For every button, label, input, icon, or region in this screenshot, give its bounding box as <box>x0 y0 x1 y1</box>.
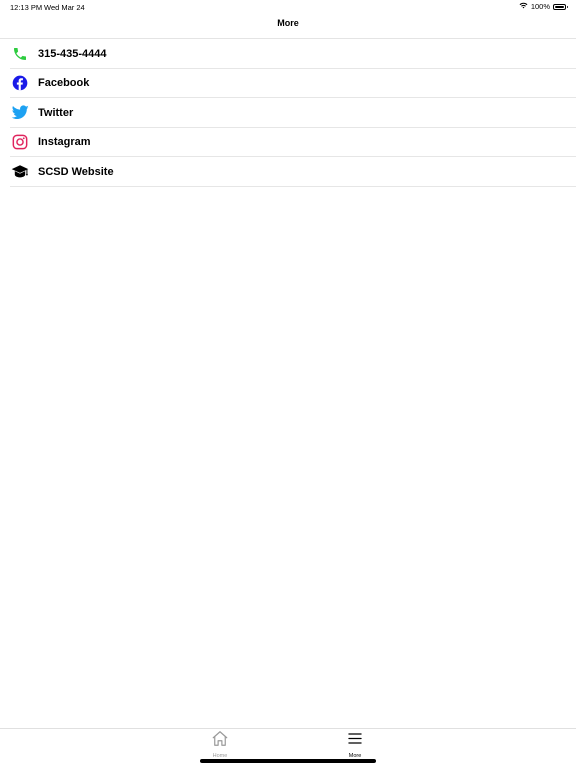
menu-item-facebook[interactable]: Facebook <box>0 69 576 99</box>
status-bar: 12:13 PM Wed Mar 24 100% <box>0 0 576 14</box>
menu-item-scsd-website[interactable]: SCSD Website <box>0 157 576 187</box>
menu-item-label: SCSD Website <box>38 165 114 178</box>
status-indicators: 100% <box>519 2 568 11</box>
home-indicator <box>200 759 376 763</box>
tab-more[interactable]: More <box>325 730 385 759</box>
battery-icon <box>553 3 568 10</box>
menu-item-phone[interactable]: 315-435-4444 <box>0 39 576 69</box>
status-date: Wed Mar 24 <box>44 3 85 12</box>
menu-item-label: Facebook <box>38 77 90 90</box>
menu-item-label: Instagram <box>38 136 91 149</box>
battery-percentage: 100% <box>530 2 550 11</box>
status-time: 12:13 PM <box>10 3 43 12</box>
phone-icon <box>11 45 29 63</box>
home-icon <box>211 730 229 752</box>
twitter-icon <box>11 104 29 122</box>
tab-home[interactable]: Home <box>190 730 250 759</box>
instagram-icon <box>11 133 29 151</box>
menu-item-instagram[interactable]: Instagram <box>0 128 576 158</box>
menu-list: 315-435-4444 Facebook Twitter Instagram <box>0 39 576 187</box>
facebook-icon <box>11 74 29 92</box>
wifi-icon <box>519 2 528 11</box>
menu-item-label: Twitter <box>38 106 74 119</box>
menu-item-label: 315-435-4444 <box>38 47 107 60</box>
menu-icon <box>346 730 364 752</box>
page-title: More <box>277 18 299 28</box>
menu-item-twitter[interactable]: Twitter <box>0 98 576 128</box>
graduation-cap-icon <box>11 163 29 181</box>
